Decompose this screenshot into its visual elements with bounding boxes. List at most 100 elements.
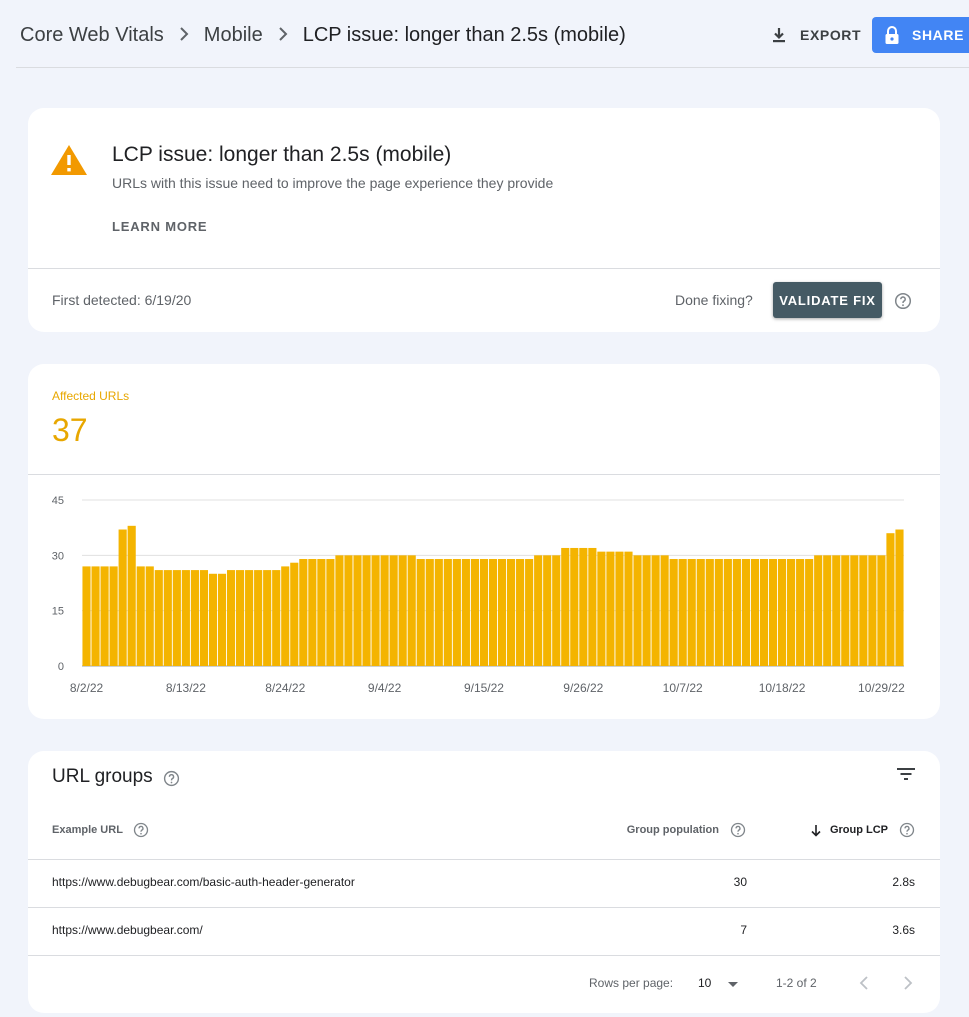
chart-bar[interactable] <box>118 529 127 666</box>
chart-bar[interactable] <box>561 547 570 666</box>
chart-bar[interactable] <box>606 551 615 666</box>
chart-bar[interactable] <box>245 570 254 666</box>
chart-bar[interactable] <box>895 529 904 666</box>
chevron-right-icon[interactable] <box>903 976 913 990</box>
chart-bar[interactable] <box>299 559 308 666</box>
chart-bar[interactable] <box>91 566 100 666</box>
chart-bar[interactable] <box>534 555 543 666</box>
column-header-example-url[interactable]: Example URL <box>52 824 123 836</box>
filter-icon[interactable] <box>896 766 916 782</box>
dropdown-arrow-icon[interactable] <box>727 981 739 988</box>
column-header-group-lcp[interactable]: Group LCP <box>830 824 888 836</box>
chart-bar[interactable] <box>362 555 371 666</box>
chart-bar[interactable] <box>841 555 850 666</box>
chart-bar[interactable] <box>624 551 633 666</box>
chart-bar[interactable] <box>208 573 218 666</box>
chart-bar[interactable] <box>507 559 516 666</box>
chart-bar[interactable] <box>651 555 660 666</box>
chart-bar[interactable] <box>877 555 886 666</box>
chart-bar[interactable] <box>588 547 597 666</box>
chart-bar[interactable] <box>696 559 705 666</box>
chart-bar[interactable] <box>154 570 163 666</box>
chart-bar[interactable] <box>181 570 190 666</box>
chart-bar[interactable] <box>452 559 461 666</box>
chart-bar[interactable] <box>642 555 651 666</box>
help-icon[interactable] <box>899 822 915 843</box>
chart-bar[interactable] <box>823 555 832 666</box>
chart-bar[interactable] <box>290 562 299 666</box>
chart-bar[interactable] <box>380 555 389 666</box>
chart-bar[interactable] <box>425 559 434 666</box>
row-url[interactable]: https://www.debugbear.com/ <box>52 923 203 937</box>
chart-bar[interactable] <box>796 559 805 666</box>
chart-bar[interactable] <box>832 555 841 666</box>
chart-bar[interactable] <box>434 559 443 666</box>
chart-bar[interactable] <box>814 555 823 666</box>
chart-bar[interactable] <box>199 570 209 666</box>
validate-fix-button[interactable]: VALIDATE FIX <box>773 282 882 318</box>
chart-bar[interactable] <box>579 547 588 666</box>
chart-bar[interactable] <box>145 566 154 666</box>
chart-bar[interactable] <box>217 573 227 666</box>
chart-bar[interactable] <box>353 555 362 666</box>
chart-bar[interactable] <box>597 551 606 666</box>
chart-bar[interactable] <box>777 559 787 666</box>
chart-bar[interactable] <box>497 559 507 666</box>
chart-bar[interactable] <box>678 559 687 666</box>
chart-bar[interactable] <box>100 566 109 666</box>
chart-bar[interactable] <box>344 555 353 666</box>
chart-bar[interactable] <box>805 559 814 666</box>
chart-bar[interactable] <box>669 559 678 666</box>
chart-bar[interactable] <box>714 559 723 666</box>
breadcrumb-core-web-vitals[interactable]: Core Web Vitals <box>20 24 164 47</box>
chart-bar[interactable] <box>732 559 741 666</box>
column-header-group-population[interactable]: Group population <box>627 824 719 836</box>
chart-bar[interactable] <box>281 566 290 666</box>
chart-bar[interactable] <box>190 570 199 666</box>
chart-bar[interactable] <box>768 559 778 666</box>
chart-bar[interactable] <box>741 559 750 666</box>
chart-bar[interactable] <box>136 566 145 666</box>
chart-bar[interactable] <box>859 555 868 666</box>
chart-bar[interactable] <box>543 555 552 666</box>
chart-bar[interactable] <box>552 555 561 666</box>
chart-bar[interactable] <box>407 555 416 666</box>
chart-bar[interactable] <box>389 555 398 666</box>
chart-bar[interactable] <box>615 551 624 666</box>
chart-bar[interactable] <box>254 570 263 666</box>
chart-bar[interactable] <box>687 559 696 666</box>
chevron-left-icon[interactable] <box>859 976 869 990</box>
chart-bar[interactable] <box>163 570 172 666</box>
chart-bar[interactable] <box>886 533 895 666</box>
chart-bar[interactable] <box>317 559 326 666</box>
breadcrumb-mobile[interactable]: Mobile <box>204 24 263 47</box>
chart-bar[interactable] <box>416 559 425 666</box>
help-icon[interactable] <box>730 822 746 843</box>
chart-bar[interactable] <box>371 555 380 666</box>
chart-bar[interactable] <box>705 559 714 666</box>
chart-bar[interactable] <box>470 559 479 666</box>
chart-bar[interactable] <box>750 559 760 666</box>
chart-bar[interactable] <box>443 559 452 666</box>
chart-bar[interactable] <box>326 559 335 666</box>
chart-bar[interactable] <box>479 559 489 666</box>
chart-bar[interactable] <box>723 559 732 666</box>
chart-bar[interactable] <box>525 559 534 666</box>
chart-bar[interactable] <box>308 559 317 666</box>
chart-bar[interactable] <box>335 555 344 666</box>
help-icon[interactable] <box>894 292 912 315</box>
chart-bar[interactable] <box>633 555 642 666</box>
chart-bar[interactable] <box>127 525 136 666</box>
chart-bar[interactable] <box>172 570 181 666</box>
row-url[interactable]: https://www.debugbear.com/basic-auth-hea… <box>52 875 355 889</box>
chart-bar[interactable] <box>109 566 118 666</box>
chart-bar[interactable] <box>759 559 769 666</box>
chart-bar[interactable] <box>660 555 669 666</box>
chart-bar[interactable] <box>488 559 498 666</box>
chart-bar[interactable] <box>82 566 91 666</box>
export-button[interactable]: EXPORT <box>770 24 861 46</box>
arrow-down-icon[interactable] <box>810 824 822 837</box>
chart-bar[interactable] <box>226 570 236 666</box>
learn-more-link[interactable]: LEARN MORE <box>112 219 207 234</box>
chart-bar[interactable] <box>850 555 859 666</box>
